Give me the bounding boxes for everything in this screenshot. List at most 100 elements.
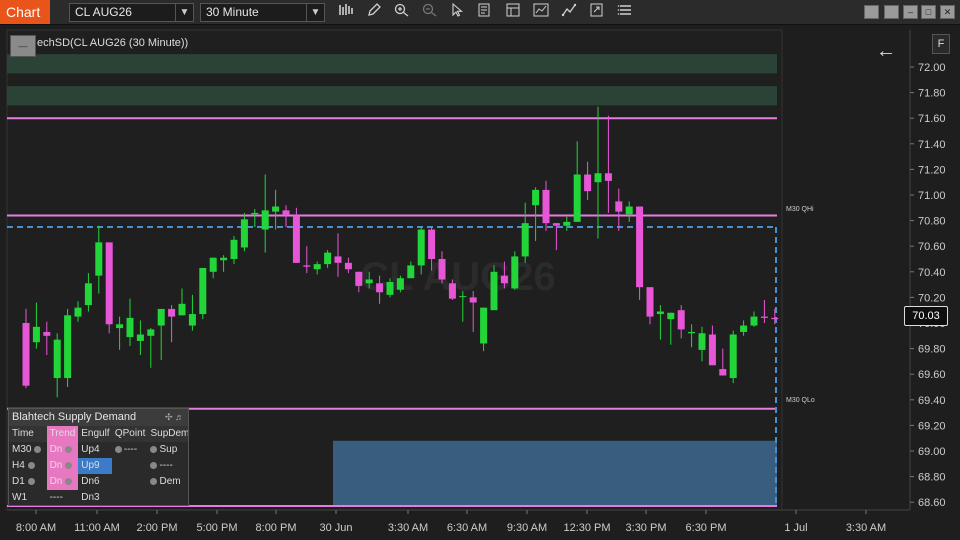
f-button[interactable]: F <box>932 34 950 54</box>
candle-body <box>334 256 342 263</box>
chevron-down-icon[interactable]: ▼ <box>306 4 324 21</box>
candle-body <box>32 326 40 343</box>
instrument-selector[interactable]: CL AUG26 ▼ <box>69 3 194 22</box>
price-label: 70.20 <box>918 292 946 304</box>
supply-demand-panel: Blahtech Supply Demand ✣ ♬ Time Trend En… <box>8 408 189 506</box>
time-label: 9:30 AM <box>507 522 547 534</box>
maximize-icon[interactable]: □ <box>921 5 936 19</box>
candle-body <box>729 334 737 379</box>
time-label: 3:30 AM <box>846 522 886 534</box>
header-cell: Time <box>12 428 34 439</box>
candle-body <box>376 283 384 293</box>
candle-body <box>542 189 550 224</box>
supdem-cell: Sup <box>147 442 188 458</box>
candle-body <box>594 173 602 183</box>
export-icon[interactable] <box>587 3 607 22</box>
price-label: 69.00 <box>918 446 946 458</box>
qpoint-cell <box>112 474 148 490</box>
zoom-out-icon[interactable] <box>420 3 440 22</box>
candle-body <box>719 369 727 376</box>
interval-selector[interactable]: 30 Minute ▼ <box>200 3 325 22</box>
minimize-icon[interactable]: – <box>903 5 918 19</box>
status-dot-icon <box>150 461 158 469</box>
menu-icon[interactable] <box>615 3 635 22</box>
candle-body <box>168 308 176 317</box>
price-label: 70.40 <box>918 267 946 279</box>
pointer-icon[interactable] <box>447 2 467 22</box>
status-dot-icon <box>27 477 35 485</box>
header-cell: Trend <box>46 426 79 442</box>
supdem-cell: ---- <box>147 458 188 474</box>
time-label: 8:00 PM <box>256 522 297 534</box>
candle-body <box>313 264 321 270</box>
candle-body <box>448 283 456 299</box>
header-row: Time Trend Engulf QPoint SupDem <box>9 426 188 442</box>
panel-title: Blahtech Supply Demand <box>12 411 137 423</box>
time-label: 3:30 AM <box>388 522 428 534</box>
strategies-icon[interactable] <box>559 3 579 22</box>
candle-body <box>355 271 363 286</box>
candle-body <box>511 256 519 289</box>
candle-body <box>500 275 508 284</box>
time-label: D1 <box>12 476 25 487</box>
candle-body <box>344 262 352 270</box>
restore-icon[interactable] <box>884 5 899 19</box>
indicators-icon[interactable] <box>531 3 551 22</box>
candle-body <box>43 331 51 336</box>
candle-body <box>521 223 529 257</box>
supdem-cell: Dem <box>147 474 188 490</box>
candle-body <box>324 252 332 265</box>
chart-tab[interactable]: Chart <box>0 0 50 24</box>
candle-body <box>396 278 404 290</box>
panel-header[interactable]: Blahtech Supply Demand ✣ ♬ <box>9 409 188 426</box>
candle-body <box>760 316 768 318</box>
header-cell: QPoint <box>114 428 146 439</box>
candle <box>636 206 644 300</box>
candle-body <box>105 242 113 325</box>
engulf-cell: Up9 <box>78 458 112 474</box>
zoom-in-icon[interactable] <box>392 3 412 22</box>
tile-icon[interactable] <box>864 5 879 19</box>
candle <box>64 308 72 387</box>
candle-body <box>365 279 373 284</box>
trend-label: Dn <box>49 460 63 471</box>
candle-body <box>22 323 30 386</box>
candle-body <box>636 206 644 288</box>
time-label: H4 <box>12 460 25 471</box>
time-label: 12:30 PM <box>563 522 610 534</box>
time-label: 30 Jun <box>319 522 352 534</box>
time-label: 6:30 AM <box>447 522 487 534</box>
bars-icon[interactable] <box>336 3 356 22</box>
candle-body <box>469 297 477 303</box>
candle-body <box>188 314 196 326</box>
status-dot-icon <box>65 445 73 453</box>
candle <box>511 251 519 290</box>
time-cell: D1 <box>9 474 47 490</box>
candle-body <box>573 174 581 222</box>
table-row: M30 Dn Up4 ---- Sup <box>9 442 188 458</box>
candle-body <box>532 189 540 206</box>
chart-menu-button[interactable]: — <box>10 35 36 57</box>
time-label: 5:00 PM <box>197 522 238 534</box>
template-icon[interactable] <box>503 3 523 22</box>
time-cell: H4 <box>9 458 47 474</box>
candle-body <box>209 257 217 272</box>
pin-icon[interactable]: ✣ ♬ <box>165 409 184 426</box>
back-arrow-icon[interactable]: ← <box>876 39 896 63</box>
header-cell: SupDem <box>150 428 189 439</box>
candle-body <box>95 242 103 276</box>
toolbar: Chart CL AUG26 ▼ 30 Minute ▼ – □ ✕ <box>0 0 960 25</box>
candle-body <box>604 173 612 181</box>
candle-body <box>771 317 779 320</box>
trend-cell: Dn <box>46 458 79 474</box>
supdem-label: ---- <box>159 460 173 471</box>
chevron-down-icon[interactable]: ▼ <box>175 4 193 21</box>
candle-body <box>459 296 467 298</box>
price-label: 69.80 <box>918 344 946 356</box>
pencil-icon[interactable] <box>364 3 384 22</box>
properties-icon[interactable] <box>475 3 495 22</box>
close-icon[interactable]: ✕ <box>940 5 955 19</box>
status-dot-icon <box>27 461 35 469</box>
candle-body <box>750 316 758 326</box>
instrument-value: CL AUG26 <box>75 5 132 19</box>
